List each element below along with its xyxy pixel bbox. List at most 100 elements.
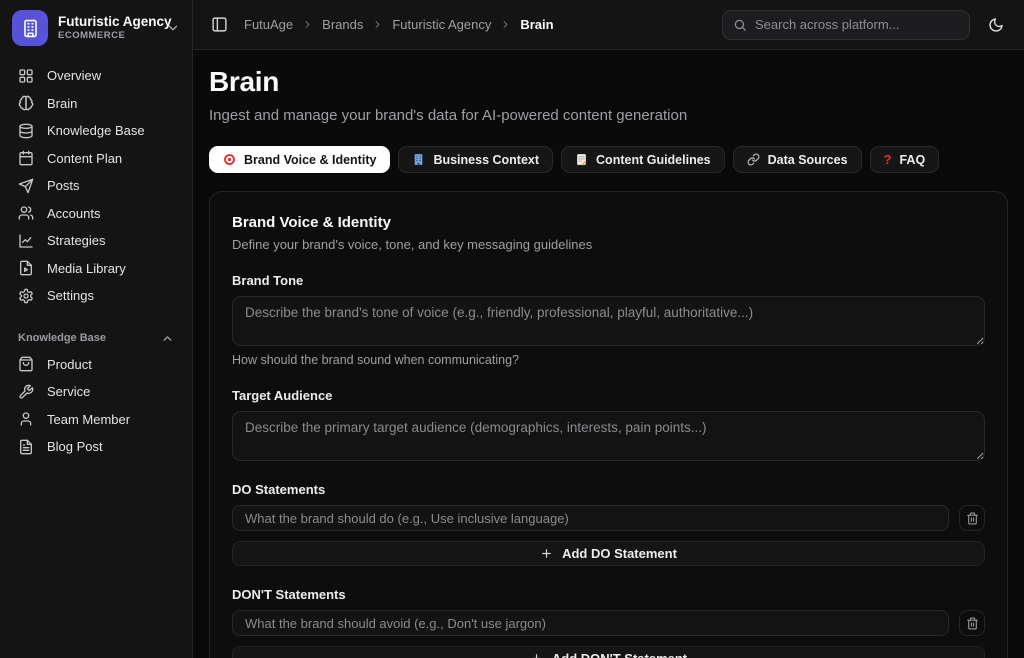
wrench-icon <box>18 384 34 400</box>
page-content: Brain Ingest and manage your brand's dat… <box>193 50 1024 658</box>
delete-do-statement-button[interactable] <box>959 505 985 531</box>
do-statement-input[interactable] <box>232 505 949 531</box>
tab-bar: Brand Voice & Identity Business Context … <box>209 146 1008 173</box>
sidebar-item-knowledge-base[interactable]: Knowledge Base <box>10 117 182 145</box>
tab-label: Business Context <box>433 153 539 167</box>
sidebar-item-label: Team Member <box>47 412 130 427</box>
sidebar-item-label: Strategies <box>47 233 106 248</box>
sidebar-item-overview[interactable]: Overview <box>10 62 182 90</box>
brand-switcher[interactable]: Futuristic Agency ECOMMERCE <box>0 0 192 56</box>
tab-business-context[interactable]: Business Context <box>398 146 553 173</box>
sidebar-item-service[interactable]: Service <box>10 378 182 406</box>
theme-toggle-button[interactable] <box>984 13 1008 37</box>
global-search[interactable] <box>722 10 970 40</box>
chevron-right-icon <box>372 19 383 30</box>
sidebar-item-label: Posts <box>47 178 80 193</box>
app-root: Futuristic Agency ECOMMERCE Overview Bra… <box>0 0 1024 658</box>
delete-dont-statement-button[interactable] <box>959 610 985 636</box>
sidebar-item-media-library[interactable]: Media Library <box>10 255 182 283</box>
building-emoji-icon <box>412 153 425 166</box>
topbar: FutuAge Brands Futuristic Agency Brain <box>193 0 1024 50</box>
brand-subtitle: ECOMMERCE <box>58 31 156 42</box>
target-audience-label: Target Audience <box>232 388 985 403</box>
tab-label: FAQ <box>899 153 925 167</box>
search-input[interactable] <box>755 17 959 32</box>
database-icon <box>18 123 34 139</box>
sidebar-item-label: Settings <box>47 288 94 303</box>
sidebar-item-posts[interactable]: Posts <box>10 172 182 200</box>
sidebar-section-label: Knowledge Base <box>18 332 106 344</box>
sidebar-item-label: Content Plan <box>47 151 122 166</box>
panel-left-icon <box>211 16 228 33</box>
user-icon <box>18 411 34 427</box>
tab-content-guidelines[interactable]: Content Guidelines <box>561 146 725 173</box>
sidebar-toggle-button[interactable] <box>209 14 230 35</box>
search-icon <box>733 18 747 32</box>
card-subtitle: Define your brand's voice, tone, and key… <box>232 237 985 252</box>
sidebar-item-label: Overview <box>47 68 101 83</box>
sidebar-item-label: Service <box>47 384 90 399</box>
sidebar-item-label: Product <box>47 357 92 372</box>
sidebar-item-strategies[interactable]: Strategies <box>10 227 182 255</box>
breadcrumb-item-futuage[interactable]: FutuAge <box>244 17 293 32</box>
add-dont-label: Add DON'T Statement <box>552 651 687 658</box>
sidebar-item-team-member[interactable]: Team Member <box>10 406 182 434</box>
gear-icon <box>18 288 34 304</box>
add-do-statement-button[interactable]: Add DO Statement <box>232 541 985 566</box>
add-dont-statement-button[interactable]: Add DON'T Statement <box>232 646 985 658</box>
breadcrumb-item-futuristic-agency[interactable]: Futuristic Agency <box>392 17 491 32</box>
trash-icon <box>966 512 979 525</box>
plus-icon <box>540 547 553 560</box>
brand-tone-label: Brand Tone <box>232 273 985 288</box>
grid-icon <box>18 68 34 84</box>
tab-data-sources[interactable]: Data Sources <box>733 146 862 173</box>
chevron-right-icon <box>500 19 511 30</box>
sidebar-item-settings[interactable]: Settings <box>10 282 182 310</box>
breadcrumb: FutuAge Brands Futuristic Agency Brain <box>244 17 554 32</box>
do-statements-label: DO Statements <box>232 482 985 497</box>
add-do-label: Add DO Statement <box>562 546 677 561</box>
brand-tone-helper: How should the brand sound when communic… <box>232 353 985 367</box>
target-audience-textarea[interactable] <box>232 411 985 461</box>
tab-faq[interactable]: ? FAQ <box>870 146 940 173</box>
sidebar-nav: Overview Brain Knowledge Base Content Pl… <box>0 56 192 461</box>
main-column: FutuAge Brands Futuristic Agency Brain <box>193 0 1024 658</box>
dont-statements-group: DON'T Statements Add DON'T S <box>232 587 985 658</box>
chevron-down-icon <box>166 21 180 35</box>
building-icon <box>12 10 48 46</box>
dont-statement-row <box>232 610 985 636</box>
sidebar-item-product[interactable]: Product <box>10 351 182 379</box>
brand-tone-group: Brand Tone How should the brand sound wh… <box>232 273 985 367</box>
tab-label: Data Sources <box>768 153 848 167</box>
tab-brand-voice-identity[interactable]: Brand Voice & Identity <box>209 146 390 173</box>
sidebar-item-brain[interactable]: Brain <box>10 90 182 118</box>
sidebar-item-label: Accounts <box>47 206 100 221</box>
send-icon <box>18 178 34 194</box>
dont-statement-input[interactable] <box>232 610 949 636</box>
page-subtitle: Ingest and manage your brand's data for … <box>209 107 1008 124</box>
plus-icon <box>530 652 543 658</box>
link-icon <box>747 153 760 166</box>
brand-voice-card: Brand Voice & Identity Define your brand… <box>209 191 1008 658</box>
do-statement-row <box>232 505 985 531</box>
brand-tone-textarea[interactable] <box>232 296 985 346</box>
page-title: Brain <box>209 66 1008 98</box>
sidebar-section-knowledge-base[interactable]: Knowledge Base <box>10 328 182 351</box>
brand-name: Futuristic Agency <box>58 14 156 30</box>
do-statements-group: DO Statements Add DO Stateme <box>232 482 985 566</box>
users-icon <box>18 205 34 221</box>
shopping-bag-icon <box>18 356 34 372</box>
brand-text: Futuristic Agency ECOMMERCE <box>58 14 156 42</box>
target-audience-group: Target Audience <box>232 388 985 461</box>
calendar-icon <box>18 150 34 166</box>
dont-statements-label: DON'T Statements <box>232 587 985 602</box>
sidebar-item-content-plan[interactable]: Content Plan <box>10 145 182 173</box>
chevron-right-icon <box>302 19 313 30</box>
sidebar-item-blog-post[interactable]: Blog Post <box>10 433 182 461</box>
sidebar-item-accounts[interactable]: Accounts <box>10 200 182 228</box>
tab-label: Brand Voice & Identity <box>244 153 376 167</box>
card-title: Brand Voice & Identity <box>232 214 985 231</box>
breadcrumb-item-brands[interactable]: Brands <box>322 17 363 32</box>
sidebar-item-label: Media Library <box>47 261 126 276</box>
brain-icon <box>18 95 34 111</box>
